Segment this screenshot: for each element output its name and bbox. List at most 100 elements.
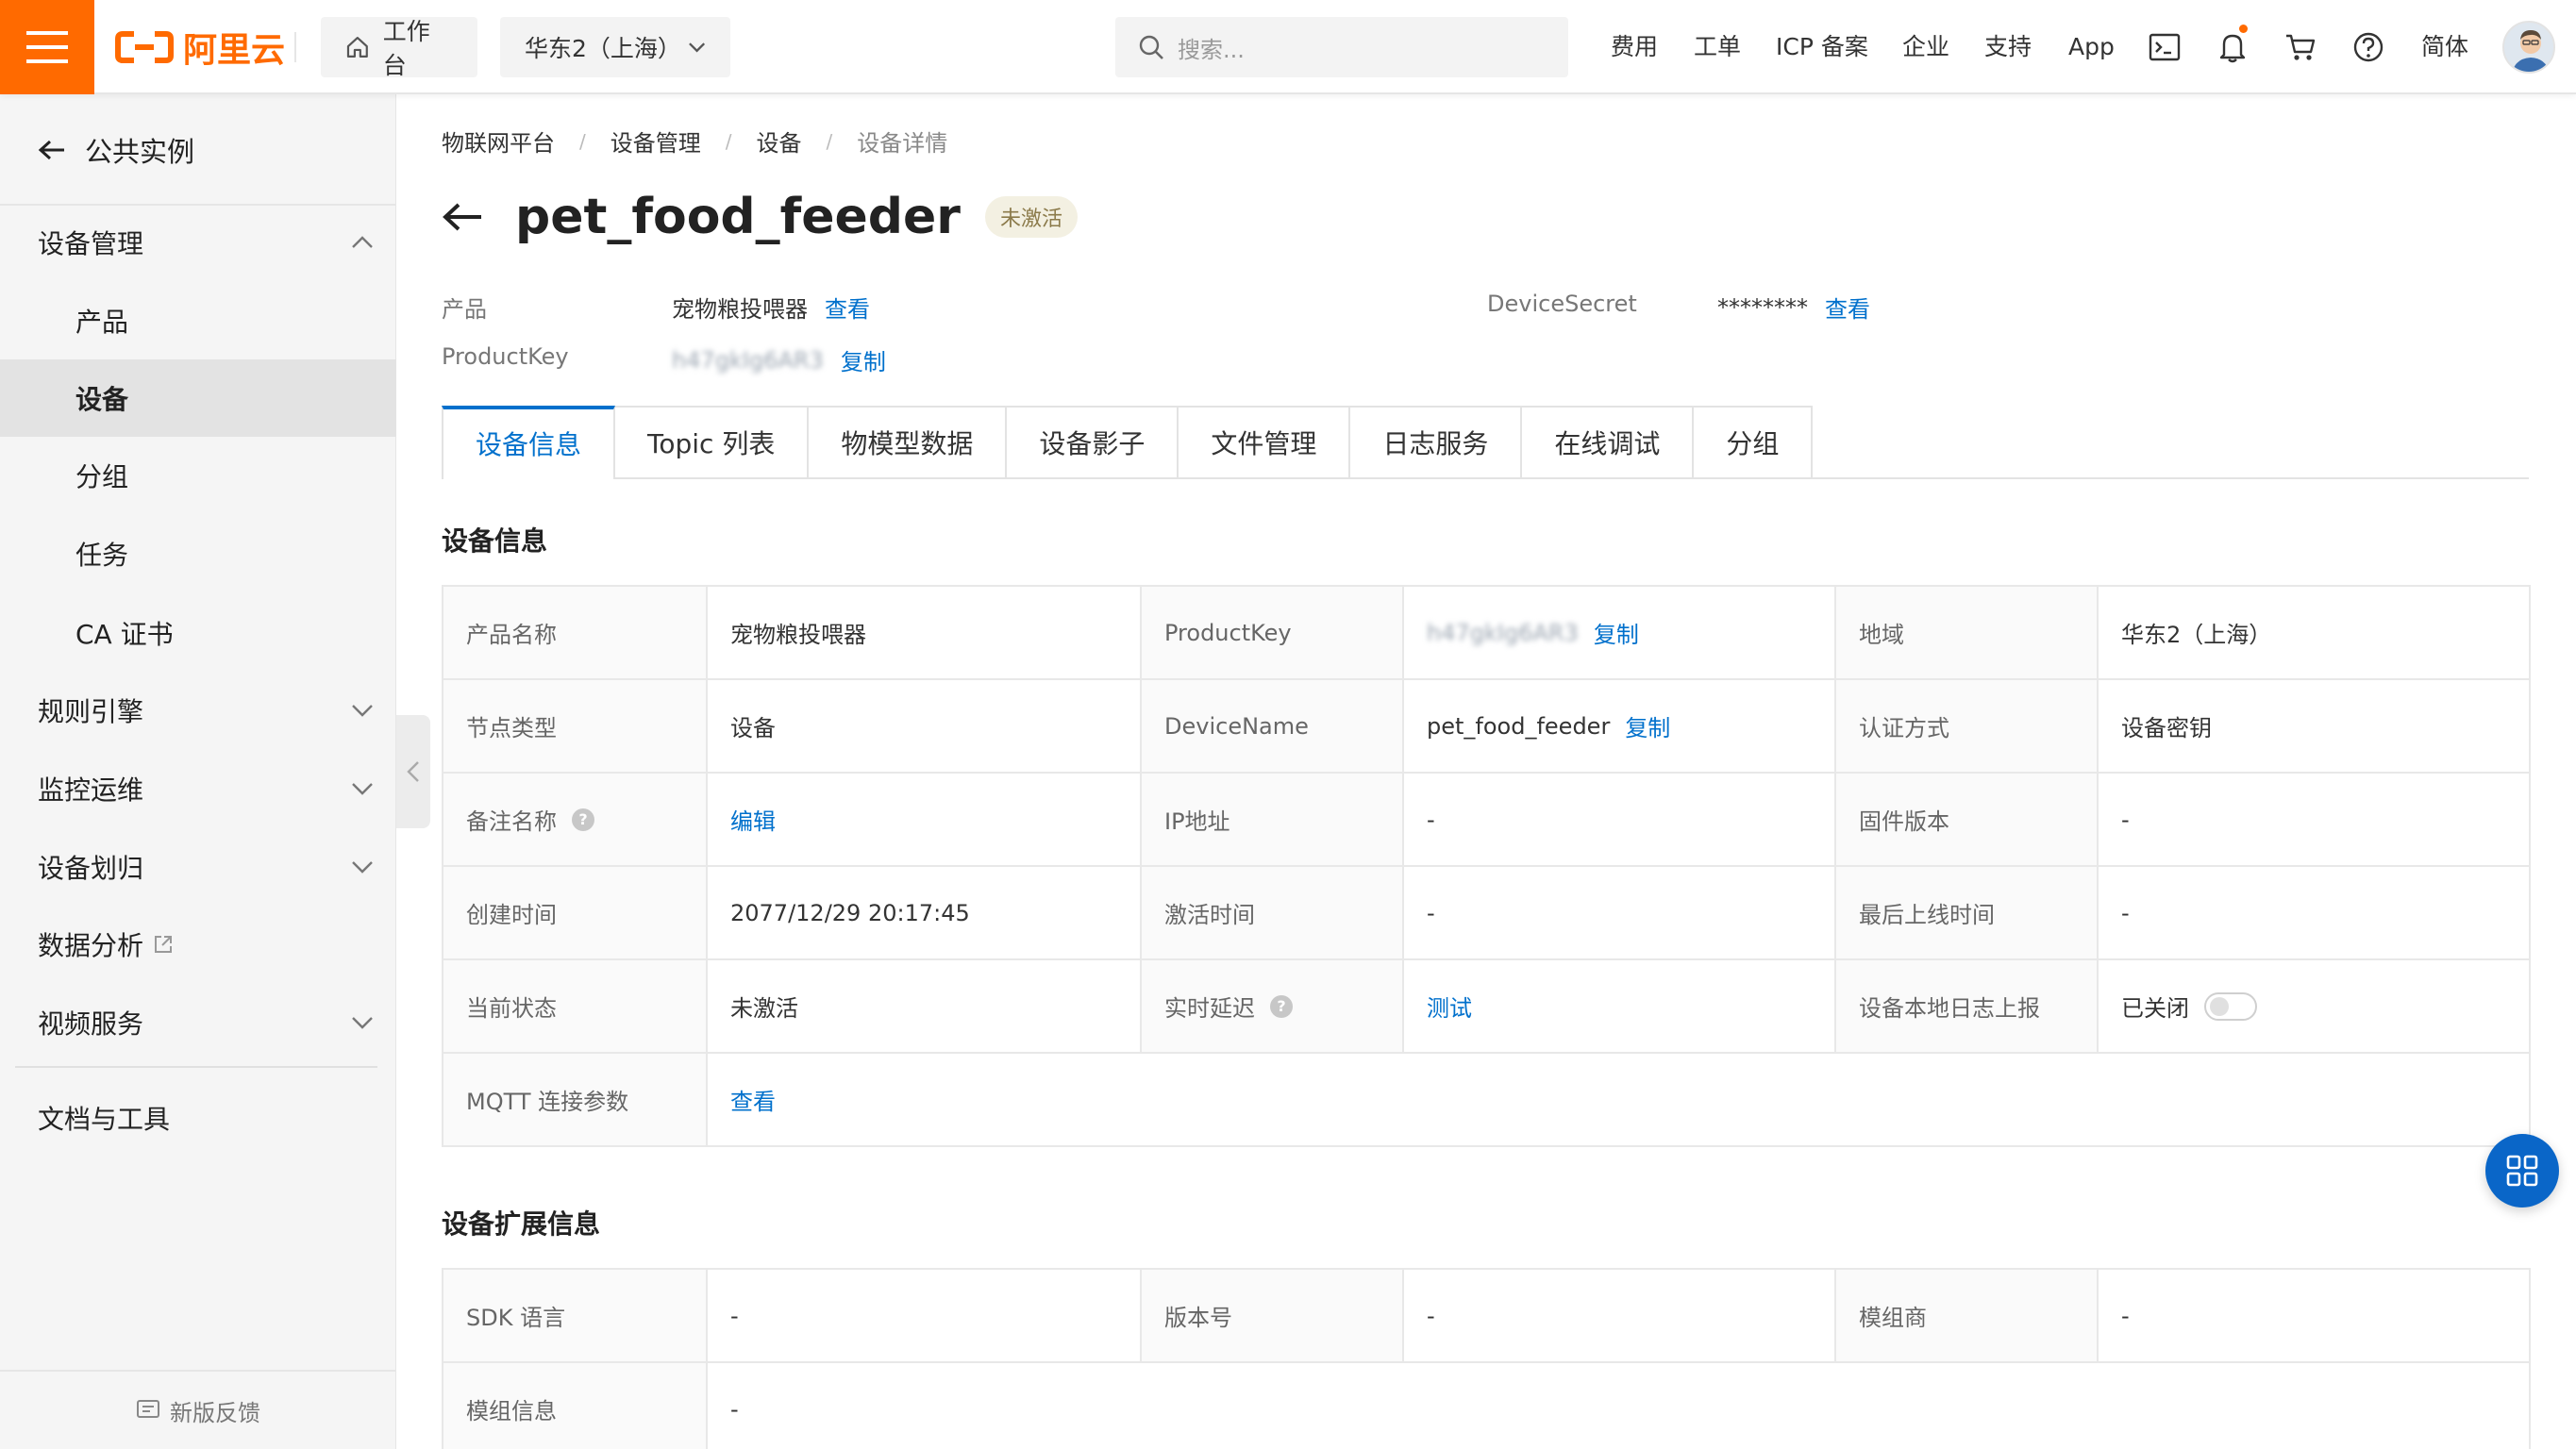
support-link[interactable]: 支持 [1984,30,2032,64]
product-value: 宠物粮投喂器 [672,296,808,323]
breadcrumb-device-management[interactable]: 设备管理 [611,125,701,158]
external-link-icon [155,936,173,953]
mqtt-cell: 查看 [706,1052,2531,1147]
feedback-button[interactable]: 新版反馈 [0,1370,396,1449]
chevron-down-icon [352,705,373,717]
main-content: 物联网平台 / 设备管理 / 设备 / 设备详情 pet_food_feeder… [396,94,2576,1449]
module-vendor-label: 模组商 [1834,1268,2099,1363]
alias-label-cell: 备注名称? [442,772,708,867]
last-online-label: 最后上线时间 [1834,865,2099,960]
breadcrumb-separator: / [725,129,732,153]
back-label: 公共实例 [85,136,195,168]
avatar[interactable] [2502,21,2555,74]
product-view-link[interactable]: 查看 [825,291,870,324]
product-name-label: 产品名称 [442,585,708,680]
chevron-down-icon [352,1017,373,1029]
menu-icon[interactable] [0,0,94,94]
mqtt-view-link[interactable]: 查看 [730,1089,776,1115]
firmware-label: 固件版本 [1834,772,2099,867]
tab-log-service[interactable]: 日志服务 [1348,406,1523,477]
sidebar-item-rule-engine[interactable]: 规则引擎 [0,672,396,749]
question-icon[interactable]: ? [572,808,594,831]
tab-thing-model-data[interactable]: 物模型数据 [807,406,1008,477]
sidebar-item-video-service[interactable]: 视频服务 [0,984,396,1061]
local-log-toggle[interactable] [2204,991,2257,1021]
quick-apps-button[interactable] [2485,1134,2559,1208]
breadcrumb-device[interactable]: 设备 [757,125,802,158]
devicename-value: pet_food_feeder [1427,712,1611,740]
productkey-copy-link[interactable]: 复制 [841,343,886,376]
latency-test-link[interactable]: 测试 [1427,995,1472,1022]
tab-topic-list[interactable]: Topic 列表 [613,406,810,477]
breadcrumb-iot-platform[interactable]: 物联网平台 [442,125,555,158]
sidebar-item-docs-tools[interactable]: 文档与工具 [0,1079,396,1157]
sidebar-item-product[interactable]: 产品 [0,282,396,359]
sidebar-item-device[interactable]: 设备 [0,359,396,437]
region-selector[interactable]: 华东2（上海） [500,17,730,77]
breadcrumb: 物联网平台 / 设备管理 / 设备 / 设备详情 [442,125,947,158]
devicesecret-value-group: ******** 查看 [1717,291,1870,324]
feedback-label: 新版反馈 [170,1399,260,1426]
sidebar-item-device-allocation[interactable]: 设备划归 [0,828,396,906]
mqtt-label: MQTT 连接参数 [442,1052,708,1147]
app-link[interactable]: App [2068,30,2115,64]
tab-device-shadow[interactable]: 设备影子 [1005,406,1179,477]
alias-edit-link[interactable]: 编辑 [730,808,776,835]
device-info-section-title: 设备信息 [442,525,548,557]
icp-link[interactable]: ICP 备案 [1776,30,1868,64]
devicename-copy-link[interactable]: 复制 [1625,709,1670,742]
arrow-left-icon [38,140,64,160]
sidebar-item-ca-cert[interactable]: CA 证书 [0,594,396,672]
auth-method-label: 认证方式 [1834,678,2099,774]
breadcrumb-device-detail: 设备详情 [857,130,948,157]
region-value: 华东2（上海） [2097,585,2531,680]
help-icon[interactable] [2350,28,2387,66]
feedback-icon [137,1400,159,1418]
terminal-icon[interactable] [2146,28,2183,66]
fees-link[interactable]: 费用 [1611,30,1658,64]
table-row: 模组信息 - [442,1361,2531,1449]
back-arrow-icon[interactable] [442,201,483,233]
productkey-label: ProductKey [1140,585,1404,680]
productkey-copy-link[interactable]: 复制 [1594,616,1639,649]
workbench-label: 工作台 [382,18,430,79]
table-row: 备注名称? 编辑 IP地址 - 固件版本 - [442,772,2531,867]
aliyun-logo-icon [115,31,174,63]
logo-text: 阿里云 [183,31,286,70]
cart-icon[interactable] [2282,28,2319,66]
bell-icon[interactable] [2214,25,2251,66]
productkey-cell: h47gkIg6AR3 复制 [1402,585,1836,680]
sidebar-item-group[interactable]: 分组 [0,437,396,514]
auth-method-value: 设备密钥 [2097,678,2531,774]
notification-dot [2239,25,2248,33]
sidebar-item-data-analysis[interactable]: 数据分析 [0,906,396,983]
created-time-value: 2077/12/29 20:17:45 [706,865,1142,960]
question-icon[interactable]: ? [1270,994,1293,1018]
tickets-link[interactable]: 工单 [1694,30,1741,64]
tab-device-info[interactable]: 设备信息 [442,406,616,480]
breadcrumb-separator: / [579,129,586,153]
alias-cell: 编辑 [706,772,1142,867]
aliyun-logo[interactable]: 阿里云 [115,26,285,70]
enterprise-link[interactable]: 企业 [1902,30,1949,64]
ip-label: IP地址 [1140,772,1404,867]
back-to-instances[interactable]: 公共实例 [38,130,194,170]
sidebar-item-monitoring[interactable]: 监控运维 [0,750,396,827]
firmware-value: - [2097,772,2531,867]
current-status-value: 未激活 [706,958,1142,1054]
workbench-button[interactable]: 工作台 [321,17,477,79]
tab-online-debug[interactable]: 在线调试 [1520,406,1695,477]
extension-info-section-title: 设备扩展信息 [442,1208,601,1240]
sidebar-item-task[interactable]: 任务 [0,515,396,592]
sidebar-item-label: 任务 [75,540,129,571]
sidebar-group-device-management[interactable]: 设备管理 [0,204,396,281]
search-input[interactable]: 搜索... [1115,17,1568,77]
tab-group[interactable]: 分组 [1692,406,1814,477]
tab-file-management[interactable]: 文件管理 [1177,406,1351,477]
node-type-label: 节点类型 [442,678,708,774]
table-row: 当前状态 未激活 实时延迟? 测试 设备本地日志上报 已关闭 [442,958,2531,1054]
devicesecret-view-link[interactable]: 查看 [1825,291,1870,324]
chevron-down-icon [352,783,373,795]
language-switch[interactable]: 简体 [2421,30,2468,64]
created-time-label: 创建时间 [442,865,708,960]
